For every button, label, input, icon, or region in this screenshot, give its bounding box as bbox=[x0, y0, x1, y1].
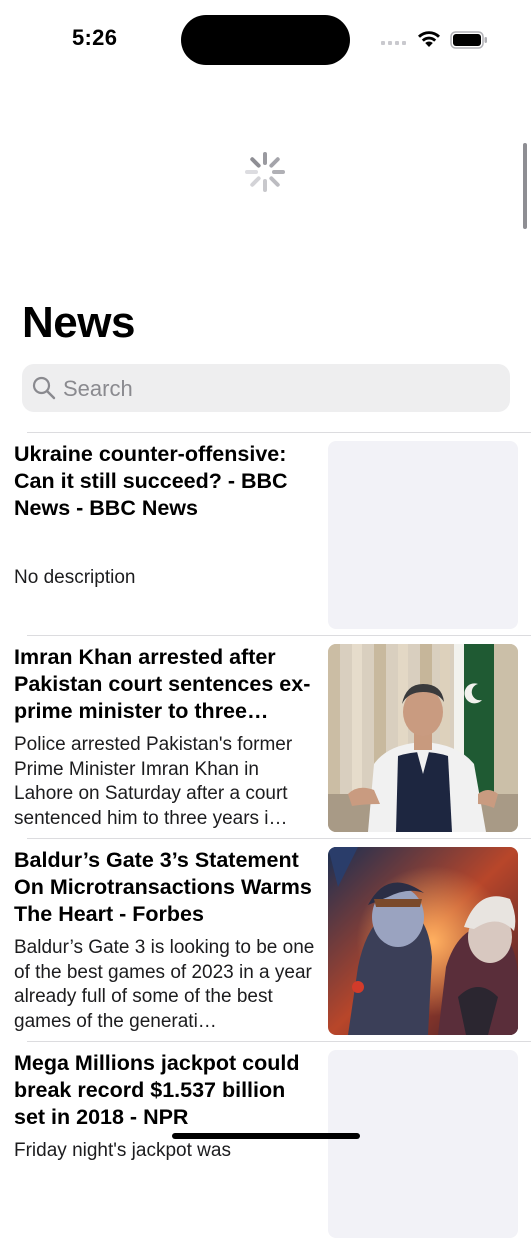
list-item[interactable]: Baldur’s Gate 3’s Statement On Microtran… bbox=[0, 839, 531, 1041]
article-thumbnail bbox=[328, 644, 518, 832]
list-item[interactable]: Mega Millions jackpot could break record… bbox=[0, 1042, 531, 1244]
article-title: Baldur’s Gate 3’s Statement On Microtran… bbox=[14, 848, 312, 926]
page-title: News bbox=[22, 298, 135, 347]
article-thumbnail-placeholder bbox=[328, 1050, 518, 1238]
wifi-icon bbox=[418, 31, 440, 47]
search-input[interactable]: Search bbox=[22, 364, 510, 412]
man-seated-photo-icon bbox=[328, 644, 518, 832]
list-item[interactable]: Ukraine counter-offensive: Can it still … bbox=[0, 433, 531, 635]
article-description: Police arrested Pakistan's former Prime … bbox=[14, 734, 293, 829]
article-title: Imran Khan arrested after Pakistan court… bbox=[14, 645, 311, 723]
article-title: Mega Millions jackpot could break record… bbox=[14, 1051, 300, 1129]
article-title: Ukraine counter-offensive: Can it still … bbox=[14, 442, 288, 520]
cellular-signal-icon bbox=[381, 41, 407, 47]
battery-icon bbox=[450, 31, 487, 49]
article-thumbnail-placeholder bbox=[328, 441, 518, 629]
article-description: No description bbox=[14, 567, 136, 588]
dynamic-island bbox=[181, 15, 350, 65]
loading-spinner-icon bbox=[245, 152, 285, 192]
game-artwork-icon bbox=[328, 847, 518, 1035]
status-time: 5:26 bbox=[72, 25, 118, 50]
article-thumbnail bbox=[328, 847, 518, 1035]
scroll-indicator[interactable] bbox=[523, 143, 527, 229]
list-item[interactable]: Imran Khan arrested after Pakistan court… bbox=[0, 636, 531, 838]
home-indicator[interactable] bbox=[172, 1133, 360, 1139]
search-placeholder: Search bbox=[63, 376, 133, 401]
article-description: Friday night's jackpot was bbox=[14, 1140, 231, 1161]
search-icon bbox=[32, 376, 56, 400]
article-description: Baldur’s Gate 3 is looking to be one of … bbox=[14, 937, 315, 1032]
